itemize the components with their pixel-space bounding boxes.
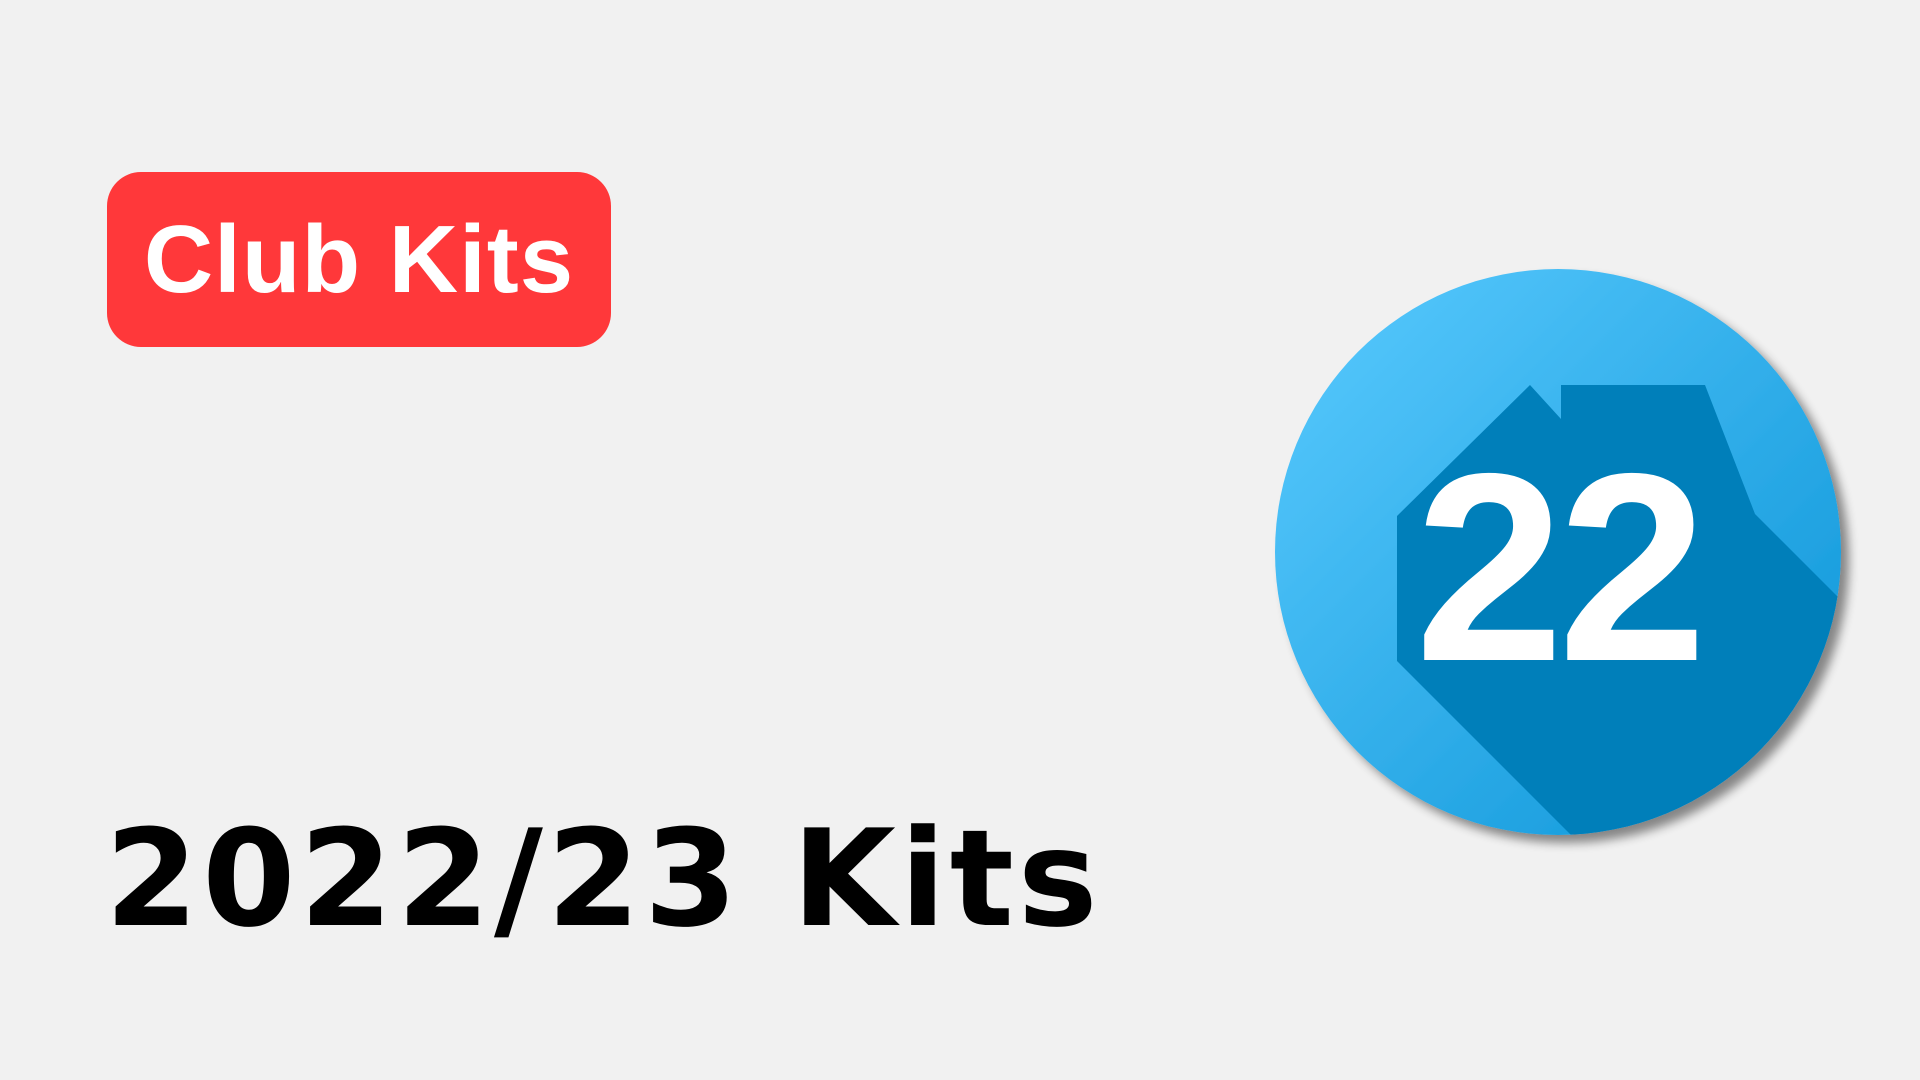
club-kits-badge: Club Kits bbox=[107, 172, 611, 347]
season-22-icon: 22 bbox=[1275, 269, 1841, 835]
slide: Club Kits 22 2022/23 Kits bbox=[0, 0, 1920, 1080]
season-number: 22 bbox=[1415, 417, 1701, 717]
season-icon-graphic: 22 bbox=[1275, 269, 1841, 835]
page-title: 2022/23 Kits bbox=[105, 801, 1102, 957]
badge-label: Club Kits bbox=[143, 205, 575, 313]
